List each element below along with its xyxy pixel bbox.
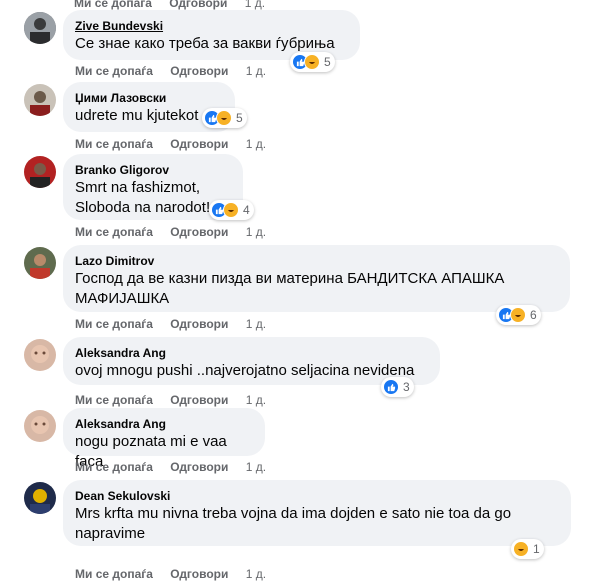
like-link[interactable]: Ми се допаѓа xyxy=(75,64,153,78)
haha-reaction-icon xyxy=(510,307,526,323)
comment-bubble: Lazo Dimitrov Господ да ве казни пизда в… xyxy=(63,245,570,312)
like-reaction-icon xyxy=(383,379,399,395)
comment-actions: Ми се допаѓа Одговори 1 д. xyxy=(75,137,266,151)
reaction-count: 5 xyxy=(324,55,331,69)
previous-comment-actions: Ми се допаѓа Одговори 1 д. xyxy=(74,0,279,10)
reaction-count: 5 xyxy=(236,111,243,125)
haha-reaction-icon xyxy=(216,110,232,126)
reactions-summary[interactable]: 4 xyxy=(209,200,254,220)
reply-link[interactable]: Одговори xyxy=(169,0,227,10)
comment-author[interactable]: Branko Gligorov xyxy=(75,162,231,178)
comment-author[interactable]: Zive Bundevski xyxy=(75,18,348,34)
reply-link[interactable]: Одговори xyxy=(170,137,228,151)
comment-text: Се знае како треба за вакви ѓубриња xyxy=(75,35,335,52)
reaction-count: 4 xyxy=(243,203,250,217)
reply-link[interactable]: Одговори xyxy=(170,225,228,239)
like-link[interactable]: Ми се допаѓа xyxy=(75,393,153,407)
comment-text: Господ да ве казни пизда ви материна БАН… xyxy=(75,270,505,307)
comment-actions: Ми се допаѓа Одговори 1 д. xyxy=(75,393,266,407)
avatar[interactable] xyxy=(24,156,56,188)
comment-actions: Ми се допаѓа Одговори 1 д. xyxy=(75,460,266,474)
like-link[interactable]: Ми се допаѓа xyxy=(75,317,153,331)
timestamp[interactable]: 1 д. xyxy=(246,64,266,78)
timestamp[interactable]: 1 д. xyxy=(245,0,265,10)
reaction-count: 3 xyxy=(403,380,410,394)
reply-link[interactable]: Одговори xyxy=(170,567,228,581)
reactions-summary[interactable]: 6 xyxy=(496,305,541,325)
like-link[interactable]: Ми се допаѓа xyxy=(75,567,153,581)
reply-link[interactable]: Одговори xyxy=(170,64,228,78)
reactions-summary[interactable]: 5 xyxy=(290,52,335,72)
reactions-summary[interactable]: 1 xyxy=(511,539,544,559)
reactions-summary[interactable]: 3 xyxy=(381,377,414,397)
timestamp[interactable]: 1 д. xyxy=(246,225,266,239)
reaction-count: 1 xyxy=(533,542,540,556)
comment-actions: Ми се допаѓа Одговори 1 д. xyxy=(75,225,266,239)
like-link[interactable]: Ми се допаѓа xyxy=(74,0,152,10)
comment-bubble: Aleksandra Ang ovoj mnogu pushi ..najver… xyxy=(63,337,440,385)
avatar[interactable] xyxy=(24,482,56,514)
comment-actions: Ми се допаѓа Одговори 1 д. xyxy=(75,317,266,331)
timestamp[interactable]: 1 д. xyxy=(246,317,266,331)
like-link[interactable]: Ми се допаѓа xyxy=(75,460,153,474)
avatar[interactable] xyxy=(24,247,56,279)
comment-text: ovoj mnogu pushi ..najverojatno seljacin… xyxy=(75,362,415,379)
comment-text: Smrt na fashizmot, Sloboda na narodot! xyxy=(75,179,211,216)
avatar[interactable] xyxy=(24,410,56,442)
avatar[interactable] xyxy=(24,12,56,44)
timestamp[interactable]: 1 д. xyxy=(246,460,266,474)
like-link[interactable]: Ми се допаѓа xyxy=(75,137,153,151)
timestamp[interactable]: 1 д. xyxy=(246,567,266,581)
comment-actions: Ми се допаѓа Одговори 1 д. xyxy=(75,64,266,78)
haha-reaction-icon xyxy=(513,541,529,557)
comment-author[interactable]: Aleksandra Ang xyxy=(75,345,428,361)
comment-bubble: Dean Sekulovski Mrs krfta mu nivna treba… xyxy=(63,480,571,546)
comment-bubble: Aleksandra Ang nogu poznata mi e vaa fac… xyxy=(63,408,265,470)
reactions-summary[interactable]: 5 xyxy=(202,108,247,128)
reply-link[interactable]: Одговори xyxy=(170,317,228,331)
comment-text: udrete mu kjutekot xyxy=(75,107,199,124)
timestamp[interactable]: 1 д. xyxy=(246,137,266,151)
haha-reaction-icon xyxy=(223,202,239,218)
reply-link[interactable]: Одговори xyxy=(170,393,228,407)
comment-actions: Ми се допаѓа Одговори 1 д. xyxy=(75,567,266,581)
comment-text: Mrs krfta mu nivna treba vojna da ima do… xyxy=(75,505,512,542)
comment-author[interactable]: Dean Sekulovski xyxy=(75,488,559,504)
like-link[interactable]: Ми се допаѓа xyxy=(75,225,153,239)
haha-reaction-icon xyxy=(304,54,320,70)
comment-author[interactable]: Џими Лазовски xyxy=(75,90,223,106)
comment-author[interactable]: Aleksandra Ang xyxy=(75,416,253,432)
avatar[interactable] xyxy=(24,84,56,116)
reaction-count: 6 xyxy=(530,308,537,322)
reply-link[interactable]: Одговори xyxy=(170,460,228,474)
avatar[interactable] xyxy=(24,339,56,371)
timestamp[interactable]: 1 д. xyxy=(246,393,266,407)
comment-author[interactable]: Lazo Dimitrov xyxy=(75,253,558,269)
